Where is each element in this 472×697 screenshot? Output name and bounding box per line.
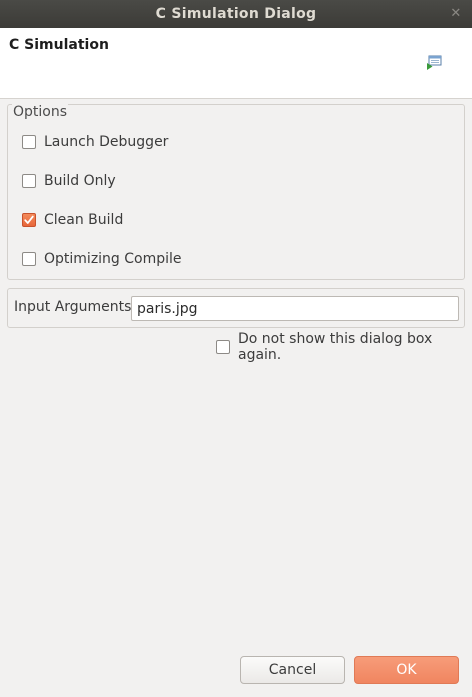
title-bar[interactable]: C Simulation Dialog ✕ <box>0 0 472 28</box>
header-divider <box>0 98 472 99</box>
checkbox-label: Do not show this dialog box again. <box>238 331 433 363</box>
window-title: C Simulation Dialog <box>155 6 317 22</box>
checkmark-icon <box>24 215 34 224</box>
dont-show-again-checkbox[interactable]: Do not show this dialog box again. <box>216 331 472 363</box>
run-simulation-icon <box>427 55 442 70</box>
checkbox-box[interactable] <box>22 252 36 266</box>
input-arguments-label: Input Arguments <box>14 299 132 315</box>
checkbox-box-checked[interactable] <box>22 213 36 227</box>
launch-debugger-checkbox[interactable]: Launch Debugger <box>22 132 168 152</box>
c-simulation-dialog: C Simulation Dialog ✕ C Simulation Optio… <box>0 0 472 697</box>
dialog-title: C Simulation <box>9 37 109 53</box>
dialog-header: C Simulation <box>0 28 472 98</box>
checkbox-box[interactable] <box>22 135 36 149</box>
checkbox-box[interactable] <box>22 174 36 188</box>
options-legend: Options <box>12 104 69 120</box>
checkbox-box[interactable] <box>216 340 230 354</box>
optimizing-compile-checkbox[interactable]: Optimizing Compile <box>22 249 182 269</box>
input-arguments-field[interactable] <box>131 296 459 321</box>
checkbox-label: Launch Debugger <box>44 134 169 150</box>
cancel-button[interactable]: Cancel <box>240 656 345 684</box>
ok-button[interactable]: OK <box>354 656 459 684</box>
checkbox-label: Build Only <box>44 173 116 189</box>
build-only-checkbox[interactable]: Build Only <box>22 171 116 191</box>
close-icon[interactable]: ✕ <box>448 6 464 22</box>
clean-build-checkbox[interactable]: Clean Build <box>22 210 123 230</box>
checkbox-label: Clean Build <box>44 212 124 228</box>
checkbox-label: Optimizing Compile <box>44 251 182 267</box>
